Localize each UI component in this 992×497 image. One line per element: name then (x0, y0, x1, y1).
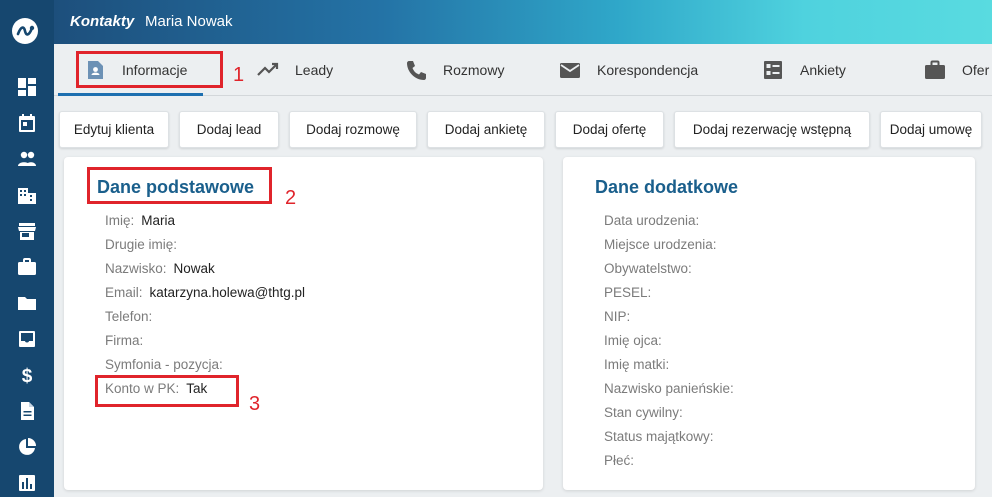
tab-korespondencja[interactable]: Korespondencja (559, 44, 698, 96)
extra-info-card: Dane dodatkowe Data urodzenia: Miejsce u… (563, 157, 975, 490)
annotation-box-1 (76, 51, 223, 88)
add-offer-button[interactable]: Dodaj ofertę (555, 111, 664, 148)
dollar-icon[interactable]: $ (16, 364, 38, 386)
field-last-name: Nazwisko: Nowak (105, 261, 215, 276)
add-call-button[interactable]: Dodaj rozmowę (289, 111, 417, 148)
bar-chart-icon[interactable] (16, 472, 38, 494)
tab-leady[interactable]: Leady (257, 44, 333, 96)
field-company: Firma: (105, 333, 144, 348)
folder-icon[interactable] (16, 292, 38, 314)
calendar-icon[interactable] (16, 112, 38, 134)
tab-rozmowy[interactable]: Rozmowy (405, 44, 504, 96)
building-icon[interactable] (16, 184, 38, 206)
basic-info-card: Dane podstawowe Imię: Maria Drugie imię: … (64, 157, 543, 490)
annotation-number-2: 2 (285, 187, 297, 209)
tab-label: Leady (295, 62, 334, 78)
field-mother-name: Imię matki: (604, 357, 670, 372)
add-contract-button[interactable]: Dodaj umowę (880, 111, 982, 148)
tab-label: Rozmowy (443, 62, 505, 78)
people-icon[interactable] (16, 148, 38, 170)
field-email: Email: katarzyna.holewa@thtg.pl (105, 285, 306, 300)
briefcase-icon[interactable] (16, 256, 38, 278)
field-phone: Telefon: (105, 309, 153, 324)
pie-chart-icon[interactable] (16, 436, 38, 458)
field-marital-status: Stan cywilny: (604, 405, 683, 420)
top-header: Kontakty Maria Nowak (54, 0, 992, 44)
annotation-number-1: 1 (233, 64, 245, 86)
tab-ankiety[interactable]: Ankiety (762, 44, 846, 96)
inbox-icon[interactable] (16, 328, 38, 350)
field-father-name: Imię ojca: (604, 333, 662, 348)
field-birth-date: Data urodzenia: (604, 213, 700, 228)
field-maiden-name: Nazwisko panieńskie: (604, 381, 734, 396)
document-icon[interactable] (16, 400, 38, 422)
contact-name: Maria Nowak (145, 13, 233, 30)
add-survey-button[interactable]: Dodaj ankietę (427, 111, 545, 148)
tab-oferty[interactable]: Ofer (924, 44, 989, 96)
store-icon[interactable] (16, 220, 38, 242)
app-logo-icon[interactable] (12, 18, 38, 44)
tab-label: Korespondencja (597, 62, 699, 78)
breadcrumb-kontakty[interactable]: Kontakty (70, 13, 134, 30)
edit-client-button[interactable]: Edytuj klienta (59, 111, 169, 148)
trending-up-icon (257, 62, 279, 76)
add-reservation-button[interactable]: Dodaj rezerwację wstępną (674, 111, 870, 148)
field-birth-place: Miejsce urodzenia: (604, 237, 717, 252)
briefcase-icon (925, 60, 945, 79)
field-middle-name: Drugie imię: (105, 237, 178, 252)
sidebar: $ (0, 0, 54, 497)
extra-info-title: Dane dodatkowe (595, 177, 739, 197)
field-nip: NIP: (604, 309, 631, 324)
phone-icon (407, 61, 426, 80)
field-gender: Płeć: (604, 453, 635, 468)
tab-label: Ofer (962, 62, 990, 78)
field-symfonia-position: Symfonia - pozycja: (105, 357, 223, 372)
dashboard-icon[interactable] (16, 76, 38, 98)
field-pesel: PESEL: (604, 285, 652, 300)
mail-icon (560, 63, 580, 78)
add-lead-button[interactable]: Dodaj lead (179, 111, 279, 148)
field-property-status: Status majątkowy: (604, 429, 714, 444)
annotation-number-3: 3 (249, 393, 261, 415)
list-icon (764, 61, 782, 79)
annotation-box-3 (95, 375, 239, 407)
tab-label: Ankiety (800, 62, 846, 78)
annotation-box-2 (87, 167, 272, 204)
field-citizenship: Obywatelstwo: (604, 261, 692, 276)
svg-text:$: $ (22, 366, 33, 385)
field-first-name: Imię: Maria (105, 213, 176, 228)
